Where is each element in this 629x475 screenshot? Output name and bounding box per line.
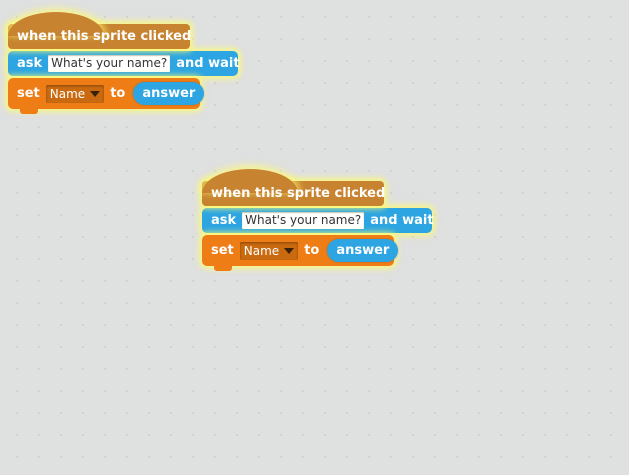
hat-block-label: when this sprite clicked: [17, 29, 192, 44]
set-to-label: to: [110, 86, 126, 101]
ask-question-input[interactable]: What's your name?: [48, 55, 171, 72]
ask-label: ask: [17, 56, 43, 71]
set-variable-block[interactable]: set Name to answer: [8, 78, 205, 114]
script-stack-1[interactable]: when this sprite clicked ask What's your…: [8, 12, 248, 114]
variable-name: Name: [243, 243, 280, 258]
answer-reporter[interactable]: answer: [133, 82, 205, 105]
set-variable-block[interactable]: set Name to answer: [202, 235, 399, 271]
set-label: set: [211, 243, 234, 258]
triangle-down-icon: [90, 90, 101, 97]
when-sprite-clicked-block[interactable]: when this sprite clicked: [202, 169, 385, 206]
set-to-label: to: [304, 243, 320, 258]
ask-suffix-label: and wait: [176, 56, 240, 71]
answer-reporter[interactable]: answer: [327, 239, 399, 262]
variable-dropdown[interactable]: Name: [45, 84, 105, 103]
ask-question-input[interactable]: What's your name?: [242, 212, 365, 229]
set-label: set: [17, 86, 40, 101]
ask-and-wait-block[interactable]: ask What's your name? and wait: [8, 51, 240, 76]
ask-suffix-label: and wait: [370, 213, 434, 228]
ask-and-wait-block[interactable]: ask What's your name? and wait: [202, 208, 434, 233]
variable-dropdown[interactable]: Name: [239, 241, 299, 260]
ask-label: ask: [211, 213, 237, 228]
when-sprite-clicked-block[interactable]: when this sprite clicked: [8, 12, 191, 49]
hat-block-label: when this sprite clicked: [211, 186, 386, 201]
triangle-down-icon: [284, 247, 295, 254]
script-stack-2[interactable]: when this sprite clicked ask What's your…: [202, 169, 442, 271]
variable-name: Name: [49, 86, 86, 101]
